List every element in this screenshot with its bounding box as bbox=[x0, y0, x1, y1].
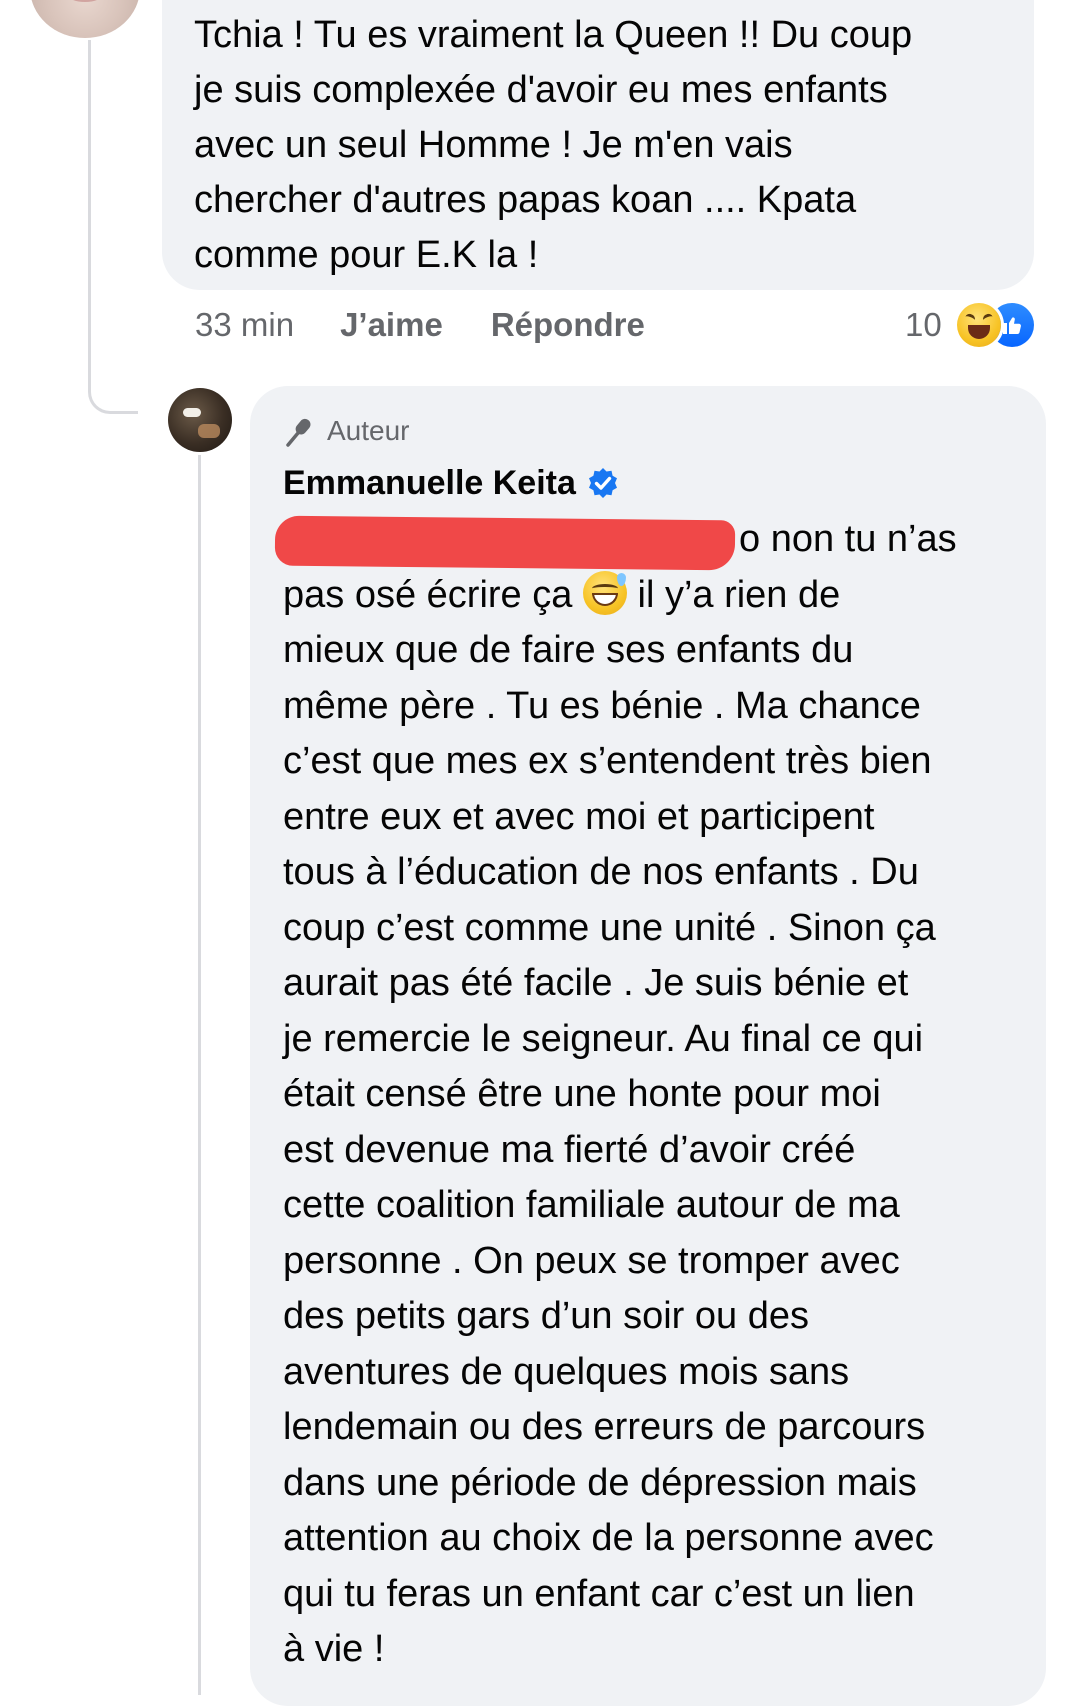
avatar-glasses bbox=[183, 408, 201, 417]
reply-bubble: Auteur Emmanuelle Keita o non tu n’as pa… bbox=[250, 386, 1046, 1706]
reply-button[interactable]: Répondre bbox=[491, 306, 645, 344]
author-avatar[interactable] bbox=[168, 388, 232, 452]
comment-text: Tchia ! Tu es vraiment la Queen !! Du co… bbox=[194, 14, 913, 276]
redacted-mention bbox=[274, 515, 736, 571]
haha-eye bbox=[963, 312, 977, 325]
comment-meta-row: 33 min J’aime Répondre bbox=[195, 300, 693, 350]
commenter-avatar[interactable] bbox=[30, 0, 140, 38]
avatar-detail bbox=[198, 424, 220, 438]
like-button[interactable]: J’aime bbox=[340, 306, 443, 344]
author-name[interactable]: Emmanuelle Keita bbox=[283, 464, 576, 503]
haha-icon[interactable] bbox=[957, 303, 1001, 347]
reaction-count[interactable]: 10 bbox=[905, 305, 942, 345]
author-badge-label: Auteur bbox=[327, 415, 410, 446]
thumbs-up-icon bbox=[1003, 317, 1021, 334]
comment-timestamp[interactable]: 33 min bbox=[195, 306, 294, 344]
verified-badge-icon bbox=[588, 468, 617, 498]
reply-text-line-1: o non tu n’as bbox=[739, 518, 957, 560]
reply-text-line-2: pas osé écrire ça bbox=[283, 573, 573, 616]
haha-eye bbox=[981, 312, 995, 325]
reply-text-body: mieux que de faire ses enfants du même p… bbox=[283, 629, 936, 1670]
author-name-row: Emmanuelle Keita bbox=[283, 458, 1026, 508]
microphone-icon bbox=[286, 418, 311, 447]
reply-thread-connector bbox=[88, 360, 138, 414]
comment-bubble: Tchia ! Tu es vraiment la Queen !! Du co… bbox=[162, 0, 1034, 290]
grinning-sweat-emoji-icon bbox=[582, 570, 627, 615]
thread-line bbox=[88, 40, 91, 370]
reply-text: o non tu n’as pas osé écrire ça il y’a r… bbox=[274, 512, 1026, 1678]
haha-mouth bbox=[968, 325, 990, 339]
reply-text-line-2b: il y’a rien de bbox=[637, 573, 841, 616]
author-badge: Auteur bbox=[283, 412, 1026, 450]
reply-thread-line bbox=[198, 455, 201, 1695]
